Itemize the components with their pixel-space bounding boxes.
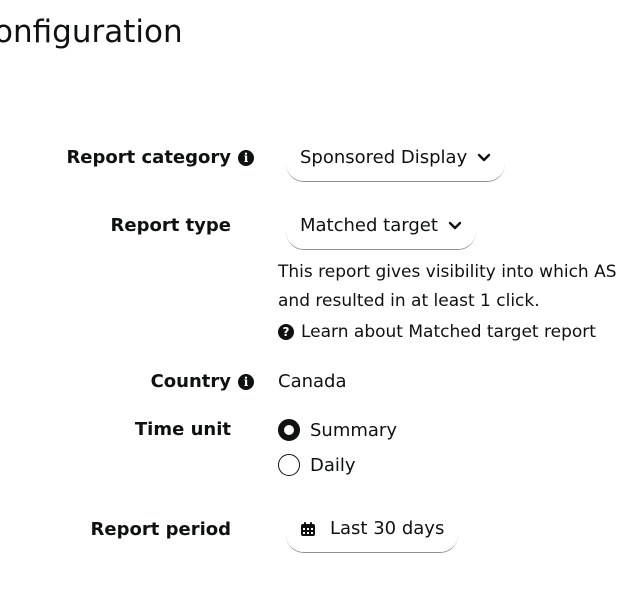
time-unit-summary-radio[interactable]: Summary	[278, 419, 397, 441]
report-period-picker[interactable]: Last 30 days	[286, 505, 459, 553]
calendar-icon	[300, 521, 316, 537]
report-type-description-line1: This report gives visibility into which …	[278, 262, 617, 282]
report-type-dropdown[interactable]: Matched target	[286, 202, 476, 250]
info-icon[interactable]: i	[238, 150, 254, 166]
learn-matched-target-link[interactable]: ? Learn about Matched target report	[278, 318, 596, 346]
report-type-description-line2: and resulted in at least 1 click.	[278, 291, 540, 311]
report-category-dropdown[interactable]: Sponsored Display	[286, 134, 506, 182]
time-unit-daily-radio[interactable]: Daily	[278, 454, 356, 476]
question-circle-icon: ?	[278, 324, 294, 340]
chevron-down-icon	[477, 153, 491, 163]
time-unit-label: Time unit	[134, 419, 231, 440]
report-category-label-group: Report category i	[66, 146, 254, 170]
summary-label: Summary	[310, 419, 397, 441]
info-icon[interactable]: i	[238, 374, 254, 390]
country-label-group: Country i	[151, 370, 254, 394]
report-category-value: Sponsored Display	[300, 147, 468, 168]
country-value: Canada	[278, 371, 347, 392]
radio-unchecked[interactable]	[278, 454, 300, 476]
radio-checked[interactable]	[278, 419, 300, 441]
page-title: onfiguration	[0, 14, 183, 50]
report-period-label: Report period	[90, 519, 231, 540]
learn-matched-target-label: Learn about Matched target report	[301, 322, 596, 342]
report-type-label: Report type	[110, 215, 232, 236]
country-label: Country	[150, 371, 231, 392]
report-period-value: Last 30 days	[330, 518, 445, 539]
report-category-label: Report category	[66, 147, 231, 168]
chevron-down-icon	[448, 221, 462, 231]
report-type-value: Matched target	[300, 215, 438, 236]
daily-label: Daily	[310, 454, 356, 476]
